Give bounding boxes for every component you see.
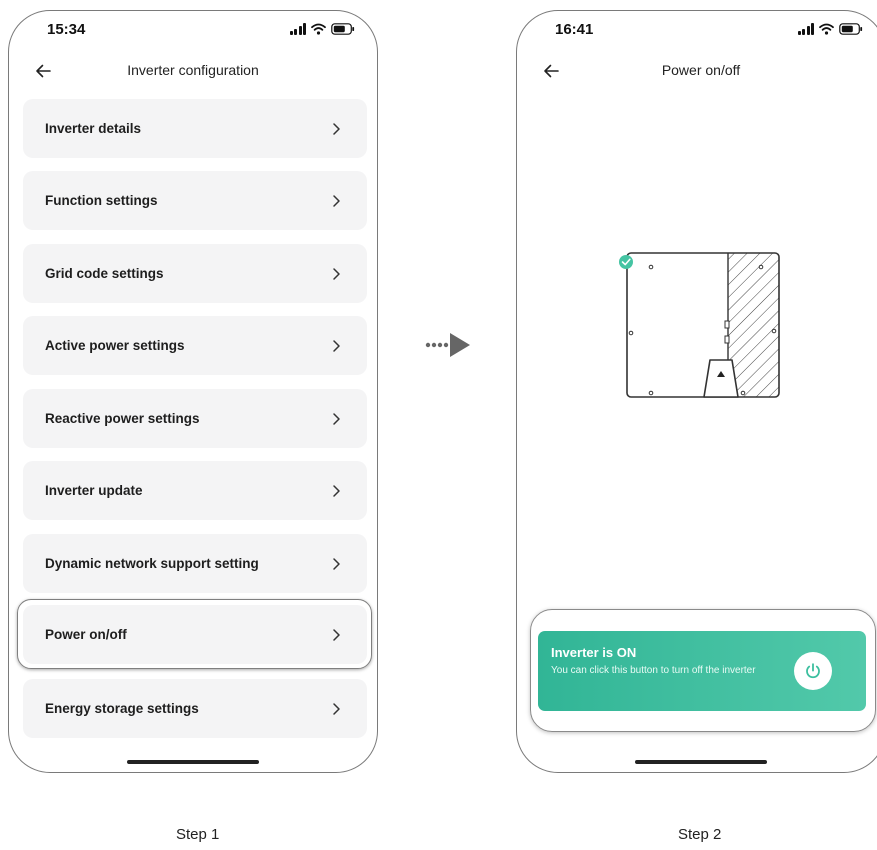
wifi-icon [819, 23, 834, 35]
status-icons [289, 23, 356, 35]
page-title: Inverter configuration [127, 62, 259, 78]
step-label-2: Step 2 [678, 826, 722, 843]
status-icons [797, 23, 864, 35]
menu-item-label: Reactive power settings [45, 411, 200, 426]
home-indicator[interactable] [635, 760, 767, 764]
chevron-right-icon [333, 412, 340, 425]
menu-item-label: Function settings [45, 193, 158, 208]
home-indicator[interactable] [127, 760, 259, 764]
page-title: Power on/off [661, 62, 741, 78]
highlight-frame-status-card [530, 609, 876, 732]
status-bar: 16:41 [517, 21, 877, 43]
chevron-right-icon [333, 484, 340, 497]
inverter-device-illustration [619, 252, 780, 398]
step-label-1: Step 1 [176, 826, 220, 843]
dotted-right-arrow-icon [425, 333, 470, 357]
status-time: 15:34 [47, 21, 86, 38]
status-bar: 15:34 [9, 21, 377, 43]
nav-bar: Inverter configuration [9, 59, 377, 83]
menu-item-reactive-power-settings[interactable]: Reactive power settings [23, 389, 367, 448]
chevron-right-icon [333, 194, 340, 207]
phone-screen-inverter-configuration: 15:34 Inverter configuration Inverter de… [8, 10, 378, 773]
signal-icon [797, 23, 814, 35]
menu-item-label: Active power settings [45, 338, 185, 353]
menu-item-active-power-settings[interactable]: Active power settings [23, 316, 367, 375]
nav-bar: Power on/off [517, 59, 877, 83]
chevron-right-icon [333, 557, 340, 570]
chevron-right-icon [333, 339, 340, 352]
battery-icon [331, 23, 355, 35]
menu-item-label: Inverter update [45, 483, 143, 498]
status-time: 16:41 [555, 21, 594, 38]
menu-item-grid-code-settings[interactable]: Grid code settings [23, 244, 367, 303]
phone-screen-power-on-off: 16:41 Power on/off Inverter is ON You ca… [516, 10, 877, 773]
highlight-frame-power-on-off [17, 599, 372, 669]
menu-item-function-settings[interactable]: Function settings [23, 171, 367, 230]
chevron-right-icon [333, 702, 340, 715]
menu-item-label: Dynamic network support setting [45, 556, 259, 571]
chevron-right-icon [333, 122, 340, 135]
wifi-icon [311, 23, 326, 35]
chevron-right-icon [333, 267, 340, 280]
menu-item-label: Grid code settings [45, 266, 164, 281]
menu-item-inverter-update[interactable]: Inverter update [23, 461, 367, 520]
menu-item-inverter-details[interactable]: Inverter details [23, 99, 367, 158]
menu-item-energy-storage-settings[interactable]: Energy storage settings [23, 679, 367, 738]
signal-icon [289, 23, 306, 35]
menu-item-label: Inverter details [45, 121, 142, 136]
menu-item-dynamic-network-support[interactable]: Dynamic network support setting [23, 534, 367, 593]
battery-icon [839, 23, 863, 35]
menu-item-label: Energy storage settings [45, 701, 199, 716]
